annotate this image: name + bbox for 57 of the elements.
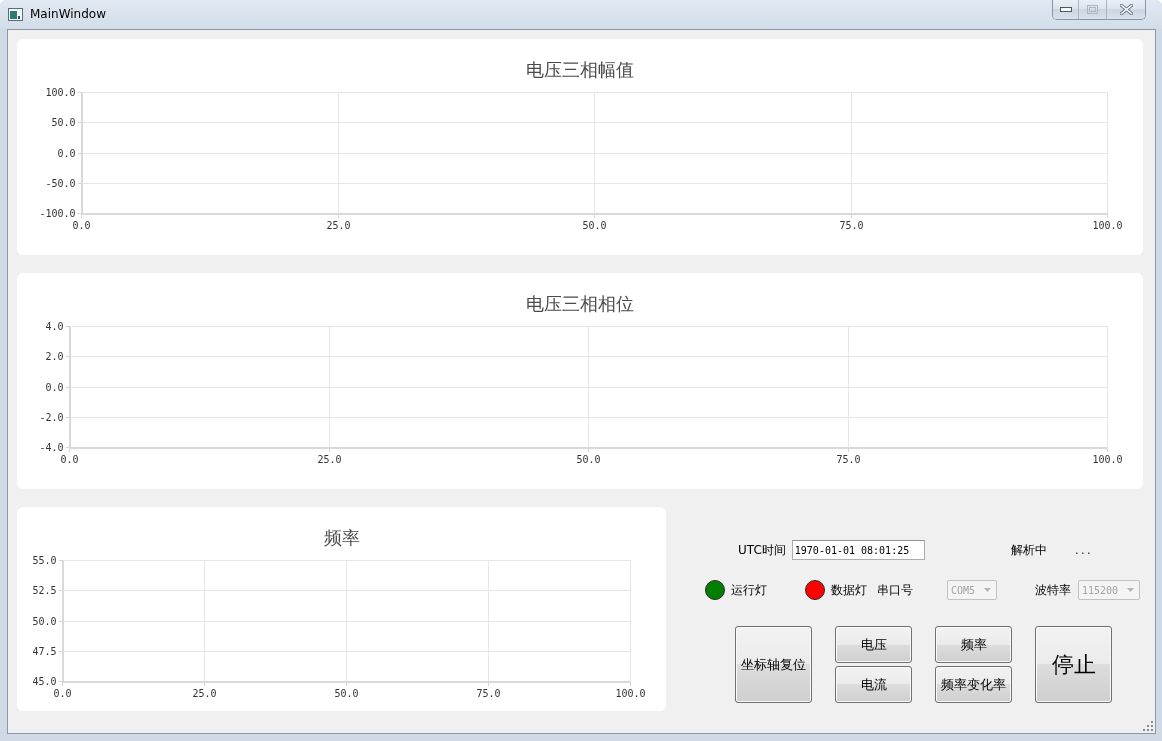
action-button[interactable]: 频率: [935, 626, 1012, 663]
time-field[interactable]: 1970-01-01 08:01:25: [791, 540, 925, 560]
action-button[interactable]: 电压: [835, 626, 912, 663]
action-button[interactable]: 坐标轴复位: [735, 626, 812, 703]
axis-label: 25.0: [317, 453, 342, 465]
status-value: ...: [1073, 544, 1092, 556]
axis-label: 100.0: [615, 687, 646, 699]
axis-label: 50.0: [576, 453, 601, 465]
axis-label: 25.0: [326, 219, 351, 231]
axis-label: 0.0: [60, 453, 79, 465]
axis-label: 52.5: [32, 585, 57, 596]
axis-label: 47.5: [32, 646, 57, 657]
window-icon: [8, 8, 23, 21]
caret-icon: [984, 588, 991, 592]
action-button[interactable]: 频率变化率: [935, 666, 1012, 703]
chart-title: 电压三相幅值: [526, 59, 634, 81]
caret-icon: [1127, 588, 1134, 592]
field-label: 波特率: [1035, 581, 1071, 599]
action-button[interactable]: 停止: [1035, 626, 1112, 703]
axis-label: 50.0: [51, 117, 76, 128]
close-button[interactable]: [1106, 0, 1145, 19]
axis-label: 100.0: [1092, 219, 1123, 231]
axis-label: 100.0: [1092, 453, 1123, 465]
axis-label: 55.0: [32, 555, 57, 566]
lamp-label: 运行灯: [731, 581, 767, 599]
axis-label: 75.0: [836, 453, 861, 465]
axis-label: -4.0: [39, 442, 64, 453]
minimize-button[interactable]: [1053, 0, 1078, 19]
axis-label: 75.0: [476, 687, 501, 699]
field-label: UTC时间: [738, 541, 786, 559]
action-button[interactable]: 电流: [835, 666, 912, 703]
chart-title: 电压三相相位: [526, 293, 634, 315]
axis-label: 50.0: [334, 687, 359, 699]
axis-label: 50.0: [582, 219, 607, 231]
axis-label: 45.0: [32, 676, 57, 687]
axis-label: 50.0: [32, 616, 57, 627]
axis-label: 2.0: [45, 351, 64, 362]
size-grip-icon: [1143, 721, 1153, 731]
status-label: 解析中: [1010, 541, 1047, 559]
field-label: 串口号: [877, 581, 913, 599]
axis-label: 4.0: [45, 321, 64, 332]
axis-label: 0.0: [57, 148, 76, 159]
axis-label: 100.0: [45, 87, 76, 98]
axis-label: 0.0: [53, 687, 72, 699]
axis-label: -2.0: [39, 412, 64, 423]
close-icon: [1119, 4, 1133, 15]
axis-label: -50.0: [45, 178, 76, 189]
minimize-icon: [1059, 7, 1072, 12]
window-title: MainWindow: [30, 6, 106, 22]
maximize-icon: [1087, 5, 1098, 14]
chart-title: 频率: [323, 527, 360, 549]
axis-label: 75.0: [839, 219, 864, 231]
axis-label: -100.0: [39, 208, 76, 219]
axis-label: 0.0: [72, 219, 91, 231]
lamp-label: 数据灯: [831, 581, 867, 599]
axis-label: 0.0: [45, 382, 64, 393]
axis-label: 25.0: [192, 687, 217, 699]
